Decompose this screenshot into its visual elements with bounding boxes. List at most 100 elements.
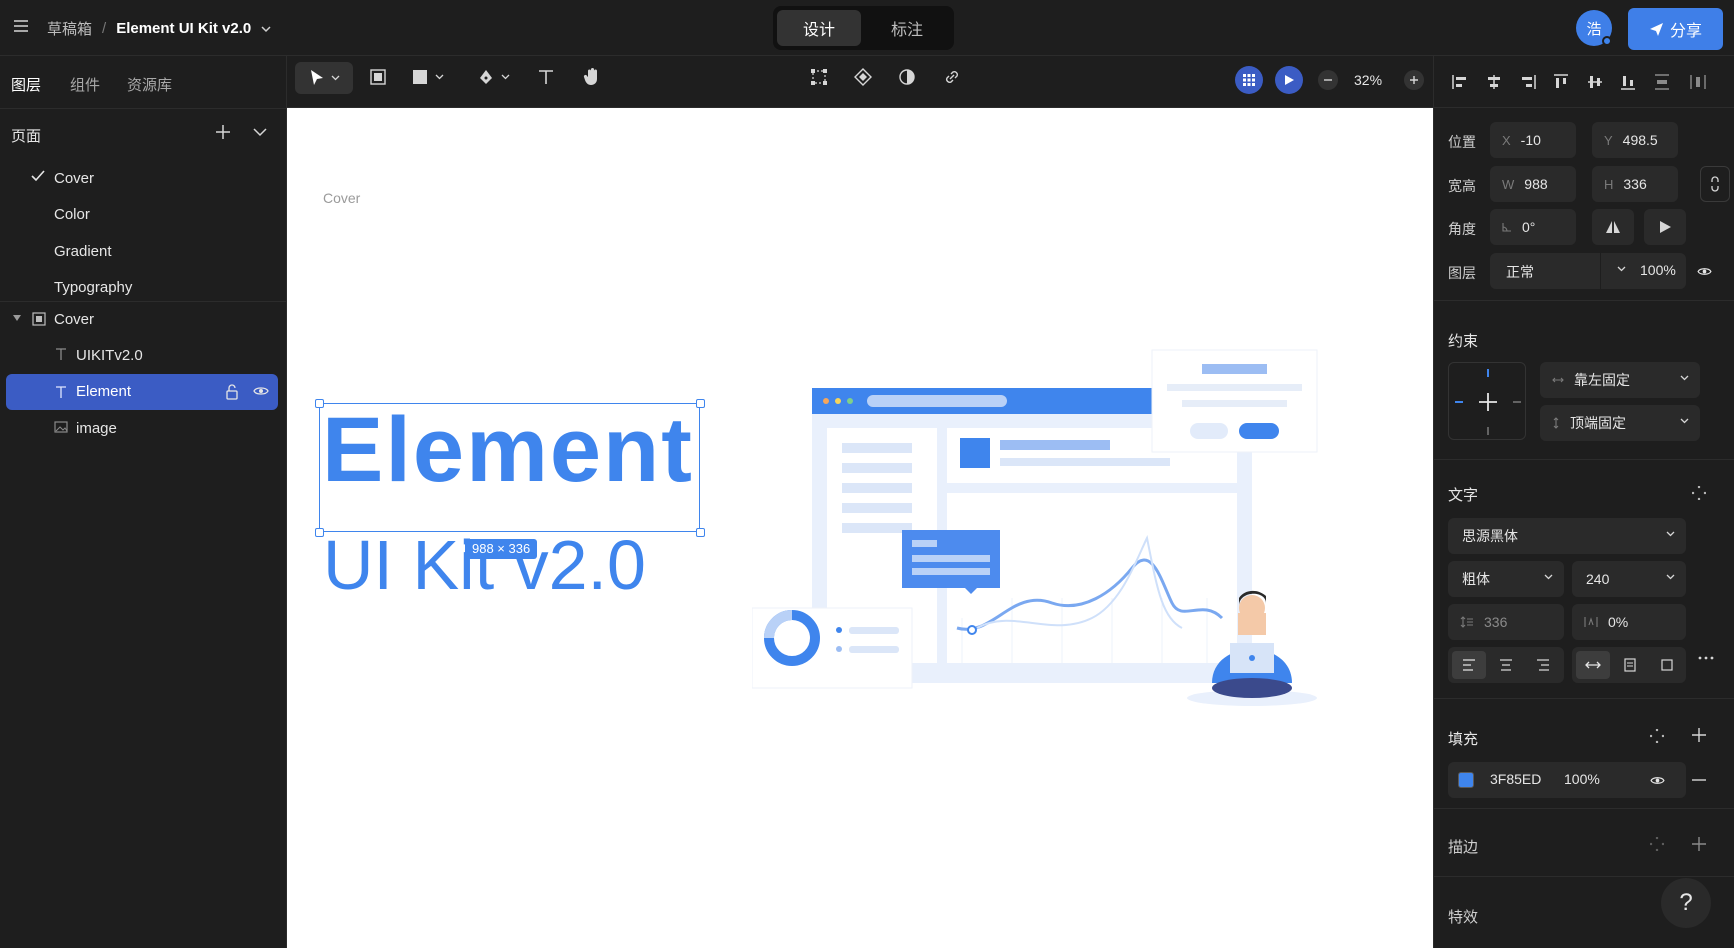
resize-handle[interactable] — [696, 399, 705, 408]
fill-opacity-value[interactable]: 100% — [1564, 771, 1600, 787]
chevron-down-icon[interactable] — [261, 24, 271, 34]
add-page-icon[interactable] — [214, 123, 232, 141]
align-top-icon[interactable] — [1553, 74, 1569, 90]
fill-color-swatch[interactable] — [1458, 772, 1474, 788]
fill-hex-value[interactable]: 3F85ED — [1490, 771, 1541, 787]
add-fill-icon[interactable] — [1691, 727, 1707, 743]
hand-tool-icon[interactable] — [583, 67, 601, 87]
frame-tool-icon[interactable] — [369, 68, 387, 86]
tab-components[interactable]: 组件 — [70, 74, 100, 95]
bounding-box-icon[interactable] — [810, 68, 828, 86]
resize-handle[interactable] — [315, 528, 324, 537]
auto-height-icon[interactable] — [1613, 651, 1647, 679]
font-weight-select[interactable]: 粗体 — [1448, 561, 1564, 597]
x-field[interactable]: X -10 — [1490, 122, 1576, 158]
text-style-icon[interactable] — [1692, 486, 1706, 500]
link-icon[interactable] — [943, 68, 961, 86]
text-align-left-icon[interactable] — [1452, 651, 1486, 679]
zoom-in-icon[interactable] — [1404, 70, 1424, 90]
vertical-constraint-select[interactable]: 顶端固定 — [1540, 405, 1700, 441]
horizontal-constraint-select[interactable]: 靠左固定 — [1540, 362, 1700, 398]
rotation-field[interactable]: 0° — [1490, 209, 1576, 245]
tab-layers[interactable]: 图层 — [11, 74, 41, 95]
share-button[interactable]: 分享 — [1628, 8, 1723, 50]
width-field[interactable]: W 988 — [1490, 166, 1576, 202]
font-size-select[interactable]: 240 — [1572, 561, 1686, 597]
breadcrumb-root[interactable]: 草稿箱 — [47, 18, 92, 39]
font-family-select[interactable]: 思源黑体 — [1448, 518, 1686, 554]
boolean-icon[interactable] — [898, 68, 916, 86]
letter-spacing-value: 0% — [1608, 614, 1629, 630]
frame-label[interactable]: Cover — [323, 190, 360, 206]
collapse-pages-icon[interactable] — [252, 127, 268, 137]
distribute-horizontal-icon[interactable] — [1690, 74, 1706, 90]
line-height-value: 336 — [1484, 614, 1508, 630]
constrain-proportions-icon[interactable] — [1700, 166, 1730, 202]
grid-plugin-icon[interactable] — [1235, 66, 1263, 94]
line-height-field[interactable]: 336 — [1448, 604, 1564, 640]
text-tool-icon[interactable] — [537, 68, 555, 86]
fill-style-icon[interactable] — [1650, 729, 1664, 743]
eye-icon[interactable] — [1697, 266, 1712, 277]
align-right-icon[interactable] — [1520, 74, 1536, 90]
zoom-out-icon[interactable] — [1318, 70, 1338, 90]
stroke-style-icon[interactable] — [1650, 837, 1664, 851]
blend-mode-select[interactable]: 正常 — [1506, 262, 1534, 282]
distribute-vertical-icon[interactable] — [1654, 74, 1670, 90]
letter-spacing-field[interactable]: 0% — [1572, 604, 1686, 640]
add-stroke-icon[interactable] — [1691, 836, 1707, 852]
file-title[interactable]: Element UI Kit v2.0 — [116, 20, 251, 37]
resize-handle[interactable] — [315, 399, 324, 408]
zoom-level[interactable]: 32% — [1354, 72, 1382, 88]
effects-section-title: 特效 — [1448, 909, 1479, 926]
help-button[interactable]: ? — [1661, 878, 1711, 928]
design-canvas[interactable]: Cover Element UI Kit v2.0 988 × 336 — [287, 108, 1433, 948]
align-horizontal-center-icon[interactable] — [1486, 74, 1502, 90]
move-tool[interactable] — [295, 62, 353, 94]
fixed-size-icon[interactable] — [1650, 651, 1684, 679]
fill-row[interactable]: 3F85ED 100% — [1448, 762, 1686, 798]
illustration-image[interactable] — [752, 338, 1372, 738]
caret-down-icon[interactable] — [13, 315, 21, 321]
align-left-icon[interactable] — [1452, 74, 1468, 90]
chevron-down-icon — [1680, 375, 1689, 381]
chevron-down-icon[interactable] — [1617, 266, 1626, 272]
selection-box[interactable] — [319, 403, 700, 532]
text-align-right-icon[interactable] — [1526, 651, 1560, 679]
align-bottom-icon[interactable] — [1620, 74, 1636, 90]
auto-width-icon[interactable] — [1576, 651, 1610, 679]
shape-tool[interactable] — [411, 68, 444, 86]
pen-tool[interactable] — [477, 68, 510, 86]
resize-handle[interactable] — [696, 528, 705, 537]
flip-horizontal-icon[interactable] — [1592, 209, 1634, 245]
eye-icon[interactable] — [253, 385, 269, 397]
page-item-gradient[interactable]: Gradient — [0, 233, 287, 269]
align-vertical-center-icon[interactable] — [1587, 74, 1603, 90]
layer-item-image[interactable]: image — [0, 410, 287, 446]
opacity-value[interactable]: 100% — [1640, 262, 1676, 278]
eye-icon[interactable] — [1650, 775, 1665, 786]
layer-item-uikit[interactable]: UIKITv2.0 — [0, 337, 287, 373]
constraint-v-value: 顶端固定 — [1570, 415, 1626, 431]
layer-item-element[interactable]: Element — [6, 374, 278, 410]
page-item-typography[interactable]: Typography — [0, 269, 287, 305]
unlock-icon[interactable] — [225, 384, 239, 400]
stroke-section-title: 描边 — [1448, 839, 1479, 856]
constraint-widget[interactable] — [1448, 362, 1526, 440]
more-options-icon[interactable] — [1698, 656, 1714, 660]
height-field[interactable]: H 336 — [1592, 166, 1678, 202]
text-align-center-icon[interactable] — [1489, 651, 1523, 679]
tab-design[interactable]: 设计 — [777, 10, 861, 46]
remove-fill-icon[interactable] — [1691, 779, 1707, 781]
page-item-color[interactable]: Color — [0, 196, 287, 232]
y-field[interactable]: Y 498.5 — [1592, 122, 1678, 158]
tab-assets[interactable]: 资源库 — [127, 74, 172, 95]
tab-annotate[interactable]: 标注 — [865, 10, 949, 46]
play-prototype-icon[interactable] — [1275, 66, 1303, 94]
menu-icon[interactable] — [13, 18, 29, 34]
flip-vertical-icon[interactable] — [1644, 209, 1686, 245]
layer-item-cover-frame[interactable]: Cover — [0, 301, 287, 337]
fill-section-title: 填充 — [1448, 731, 1479, 748]
component-icon[interactable] — [854, 68, 872, 86]
page-item-cover[interactable]: Cover — [0, 160, 287, 196]
